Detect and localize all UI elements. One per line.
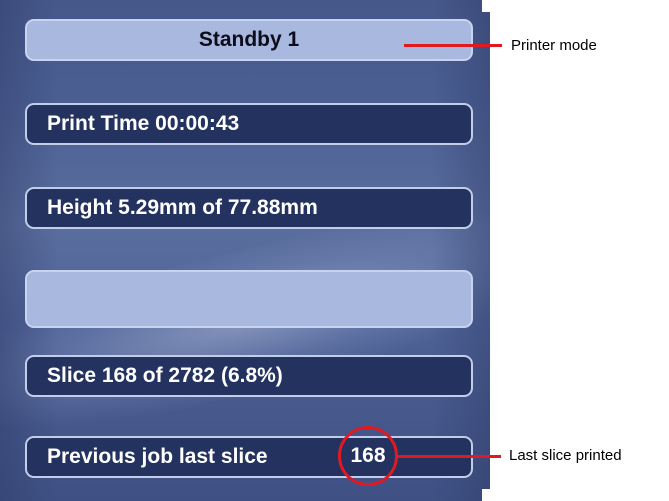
last-slice-highlight: 168 xyxy=(338,426,398,486)
print-time-display: Print Time 00:00:43 xyxy=(25,103,473,145)
height-text: Height 5.29mm of 77.88mm xyxy=(47,196,318,219)
last-slice-callout-label: Last slice printed xyxy=(509,447,622,464)
height-display: Height 5.29mm of 77.88mm xyxy=(25,187,473,229)
slice-display: Slice 168 of 2782 (6.8%) xyxy=(25,355,473,397)
printer-mode-text: Standby 1 xyxy=(198,28,300,51)
panel-edge-notch xyxy=(482,0,490,12)
last-slice-callout-line xyxy=(397,455,501,458)
panel-edge-notch xyxy=(482,489,490,501)
slice-text: Slice 168 of 2782 (6.8%) xyxy=(47,364,283,387)
previous-job-value: 168 xyxy=(350,444,386,467)
printer-status-panel: Standby 1 Print Time 00:00:43 Height 5.2… xyxy=(0,0,490,501)
previous-job-label: Previous job last slice xyxy=(47,445,268,468)
printer-mode-callout-line xyxy=(404,44,502,47)
printer-mode-display: Standby 1 xyxy=(25,19,473,61)
print-time-text: Print Time 00:00:43 xyxy=(47,112,240,135)
progress-bar-display xyxy=(25,270,473,328)
screenshot-stage: Standby 1 Print Time 00:00:43 Height 5.2… xyxy=(0,0,669,501)
printer-mode-callout-label: Printer mode xyxy=(511,37,597,54)
